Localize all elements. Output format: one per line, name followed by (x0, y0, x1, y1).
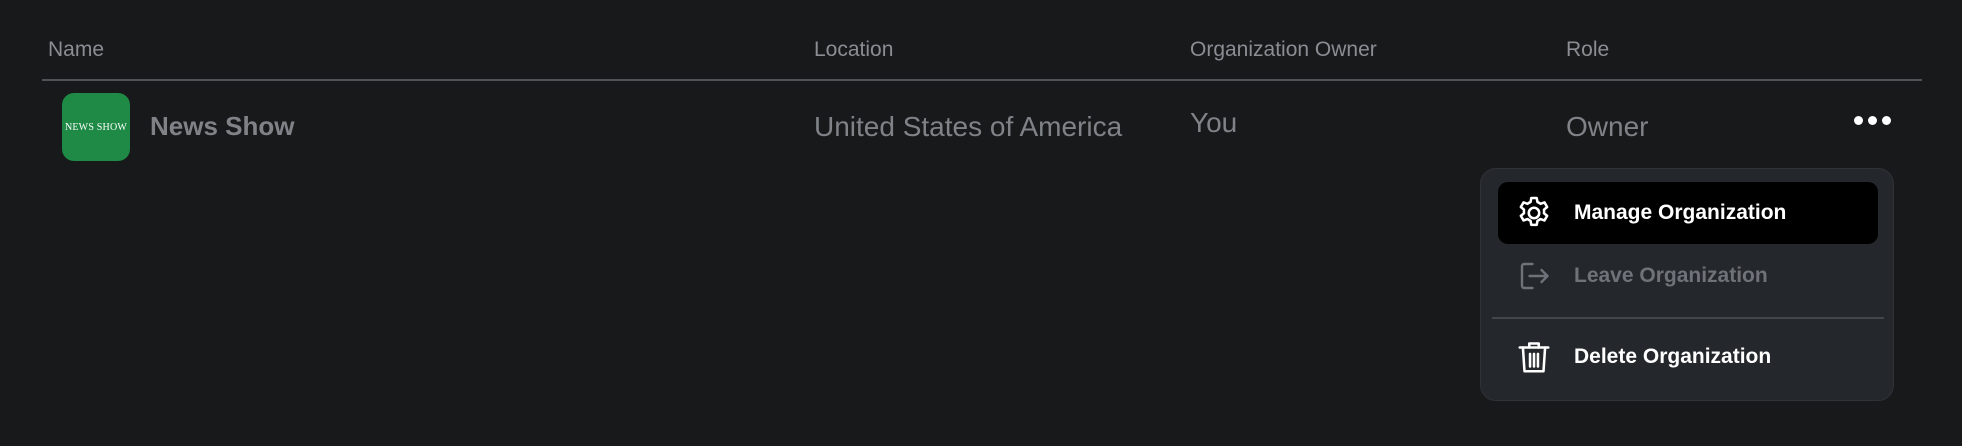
more-dot (1853, 115, 1863, 125)
table-header: Name Location Organization Owner Role (42, 0, 1922, 81)
organization-role: Owner (1566, 111, 1649, 142)
more-options-button[interactable] (1848, 103, 1896, 137)
organization-name[interactable]: News Show (150, 111, 294, 142)
organization-location: United States of America (814, 111, 1123, 142)
delete-organization-label: Delete Organization (1574, 345, 1772, 368)
header-organization-owner[interactable]: Organization Owner (1190, 38, 1377, 62)
header-location[interactable]: Location (814, 38, 893, 62)
leave-organization-label: Leave Organization (1574, 264, 1768, 287)
leave-organization-menu-item[interactable]: Leave Organization (1498, 245, 1878, 307)
exit-icon (1515, 257, 1553, 295)
more-dot (1867, 115, 1877, 125)
gear-icon (1515, 194, 1553, 232)
organization-logo: NEWS SHOW (62, 93, 130, 161)
more-dot (1881, 115, 1891, 125)
logo-text: NEWS SHOW (64, 121, 128, 133)
header-role[interactable]: Role (1566, 38, 1609, 62)
delete-organization-menu-item[interactable]: Delete Organization (1498, 326, 1878, 388)
manage-organization-menu-item[interactable]: Manage Organization (1498, 182, 1878, 244)
manage-organization-label: Manage Organization (1574, 201, 1787, 224)
table-row[interactable]: NEWS SHOW News Show United States of Ame… (42, 81, 1922, 175)
trash-icon (1515, 338, 1553, 376)
menu-divider (1492, 317, 1884, 319)
header-name[interactable]: Name (48, 38, 104, 62)
organization-actions-menu: Manage Organization Leave Organization D… (1480, 168, 1894, 401)
organization-owner: You (1190, 107, 1238, 138)
